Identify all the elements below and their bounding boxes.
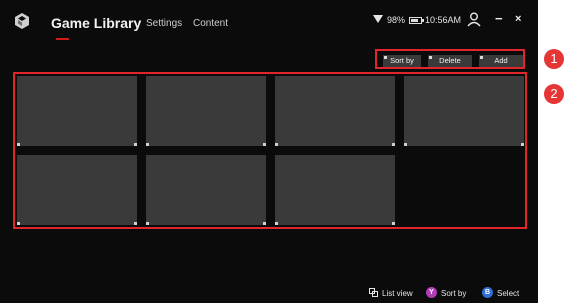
delete-button[interactable]: Delete bbox=[428, 55, 472, 67]
game-library-window: Game Library Settings Content 98% 10:56A… bbox=[0, 0, 538, 303]
callout-2: 2 bbox=[544, 84, 564, 104]
game-tile[interactable] bbox=[146, 155, 266, 225]
list-view-hint[interactable]: List view bbox=[382, 289, 413, 298]
user-profile-icon[interactable] bbox=[466, 11, 482, 27]
minimize-button[interactable]: − bbox=[495, 11, 503, 26]
clock: 10:56AM bbox=[425, 15, 462, 25]
page-title: Game Library bbox=[51, 15, 142, 31]
sort-by-button[interactable]: Sort by bbox=[383, 55, 421, 67]
battery-percentage: 98% bbox=[387, 15, 406, 25]
sort-by-hint[interactable]: Sort by bbox=[441, 289, 466, 298]
wifi-icon bbox=[373, 15, 383, 23]
tab-settings[interactable]: Settings bbox=[146, 18, 182, 29]
add-button[interactable]: Add bbox=[479, 55, 523, 67]
game-tile[interactable] bbox=[275, 155, 395, 225]
app-logo-icon bbox=[15, 13, 29, 29]
game-tile[interactable] bbox=[275, 76, 395, 146]
game-tile[interactable] bbox=[146, 76, 266, 146]
active-tab-indicator bbox=[56, 38, 69, 40]
game-tile[interactable] bbox=[17, 155, 137, 225]
battery-icon bbox=[409, 17, 424, 24]
close-button[interactable]: × bbox=[515, 13, 521, 25]
tab-content[interactable]: Content bbox=[193, 18, 228, 29]
b-button-icon: B bbox=[482, 287, 493, 298]
y-button-icon: Y bbox=[426, 287, 437, 298]
select-hint[interactable]: Select bbox=[497, 289, 519, 298]
game-tile[interactable] bbox=[404, 76, 524, 146]
callout-1: 1 bbox=[544, 49, 564, 69]
list-view-icon bbox=[369, 288, 378, 297]
game-tile[interactable] bbox=[17, 76, 137, 146]
